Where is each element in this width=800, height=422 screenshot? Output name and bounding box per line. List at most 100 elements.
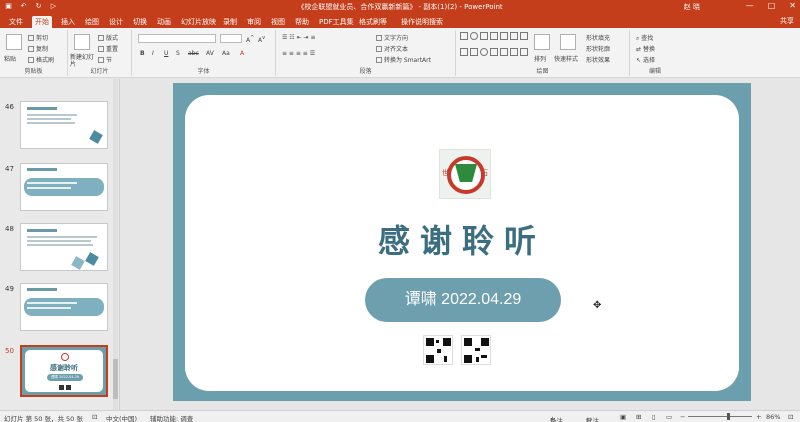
slideshow-view-icon[interactable]: ▭	[666, 413, 672, 421]
reset-button[interactable]: 重置	[98, 44, 118, 53]
tell-me-search[interactable]: 操作说明搜索	[398, 16, 446, 28]
arrange-button[interactable]: 排列	[534, 54, 546, 63]
tab-insert[interactable]: 插入	[58, 16, 78, 28]
zoom-in-button[interactable]: +	[756, 413, 761, 421]
fit-slide-icon[interactable]: ⊡	[788, 413, 793, 421]
language-indicator[interactable]: 中文(中国)	[106, 413, 137, 422]
tab-help[interactable]: 帮助	[292, 16, 312, 28]
school-logo[interactable]: 世 石	[439, 149, 491, 199]
shadow-button[interactable]: S	[176, 50, 180, 57]
change-case-button[interactable]: Aa	[222, 50, 230, 57]
reading-view-icon[interactable]: ▯	[652, 413, 656, 421]
tab-animations[interactable]: 动画	[154, 16, 174, 28]
quick-styles-button[interactable]: 快速样式	[554, 54, 578, 63]
close-button[interactable]: ✕	[789, 1, 796, 10]
char-spacing-button[interactable]: AV	[206, 50, 214, 57]
spellcheck-icon[interactable]: ⊡	[92, 413, 97, 421]
slide-sorter-icon[interactable]: ⊞	[636, 413, 641, 421]
slide-thumbnail-48[interactable]	[20, 223, 108, 271]
shape-fill-button[interactable]: 形状填充	[586, 33, 610, 42]
paste-button[interactable]: 粘贴	[4, 54, 16, 63]
decrease-font-icon[interactable]: Av	[258, 35, 265, 44]
text-direction-button[interactable]: 文字方向	[376, 33, 408, 42]
quick-styles-icon[interactable]	[560, 34, 576, 50]
italic-button[interactable]: I	[152, 50, 154, 57]
scrollbar-thumb[interactable]	[113, 359, 118, 399]
underline-button[interactable]: U	[164, 50, 168, 57]
slide-editor[interactable]: 世 石 感谢聆听 谭啸 2022.04.29 ✥	[121, 79, 800, 410]
qr-code-right[interactable]	[461, 335, 491, 365]
cursor-icon: ↖	[636, 57, 643, 64]
drawing-group-label: 绘图	[536, 68, 549, 75]
tab-draw[interactable]: 绘图	[82, 16, 102, 28]
shapes-gallery[interactable]	[460, 32, 528, 62]
copy-icon	[28, 46, 34, 52]
window-controls: — □ ✕	[746, 1, 796, 10]
format-painter-button[interactable]: 格式刷	[28, 55, 54, 64]
thumbnail-scrollbar[interactable]	[113, 79, 118, 410]
font-color-button[interactable]: A	[240, 50, 244, 57]
brush-icon	[28, 57, 34, 63]
zoom-slider-knob[interactable]	[727, 413, 730, 420]
arrange-icon[interactable]	[534, 34, 550, 50]
user-name[interactable]: 赵 晓	[684, 2, 700, 12]
reset-icon	[98, 46, 104, 52]
shape-outline-button[interactable]: 形状轮廓	[586, 44, 610, 53]
cut-button[interactable]: 剪切	[28, 33, 48, 42]
presenter-date-pill[interactable]: 谭啸 2022.04.29	[365, 278, 561, 322]
slide-thumbnail-pane[interactable]: 46 47 48 49 50 感谢聆听 谭啸 2022.04.29	[0, 79, 120, 410]
qr-code-left[interactable]	[423, 335, 453, 365]
slide-thumbnail-46[interactable]	[20, 101, 108, 149]
replace-button[interactable]: ⇄ 替换	[636, 44, 655, 53]
tab-home[interactable]: 开始	[32, 16, 52, 28]
restore-button[interactable]: □	[768, 1, 776, 10]
share-button[interactable]: 共享	[780, 16, 794, 26]
slide-thumbnail-49[interactable]	[20, 283, 108, 331]
thumb-logo	[61, 353, 69, 361]
shape-effects-button[interactable]: 形状效果	[586, 55, 610, 64]
layout-button[interactable]: 版式	[98, 33, 118, 42]
thumb-text-line	[27, 114, 77, 116]
thumb-text-line	[27, 122, 75, 124]
font-size-select[interactable]	[220, 34, 242, 43]
move-cursor-icon: ✥	[593, 300, 602, 311]
strikethrough-button[interactable]: abc	[188, 50, 199, 57]
align-text-button[interactable]: 对齐文本	[376, 44, 408, 53]
tab-file[interactable]: 文件	[6, 16, 26, 28]
accessibility-status[interactable]: 辅助功能: 调查	[150, 413, 193, 422]
zoom-out-button[interactable]: −	[680, 413, 685, 421]
find-button[interactable]: ⌕ 查找	[636, 33, 653, 43]
copy-button[interactable]: 复制	[28, 44, 48, 53]
smartart-button[interactable]: 转换为 SmartArt	[376, 55, 431, 64]
bold-button[interactable]: B	[140, 50, 145, 57]
tab-record[interactable]: 录制	[220, 16, 240, 28]
tab-slideshow[interactable]: 幻灯片放映	[178, 16, 219, 28]
new-slide-icon[interactable]	[74, 34, 90, 50]
select-button[interactable]: ↖ 选择	[636, 55, 655, 64]
section-button[interactable]: 节	[98, 55, 112, 64]
increase-font-icon[interactable]: A^	[246, 35, 254, 44]
paste-icon[interactable]	[6, 34, 22, 50]
slide-count: 幻灯片 第 50 张，共 50 张	[4, 415, 83, 422]
zoom-level[interactable]: 86%	[766, 413, 780, 421]
zoom-slider[interactable]	[688, 416, 752, 417]
current-slide[interactable]: 世 石 感谢聆听 谭啸 2022.04.29	[173, 83, 751, 401]
tab-pdf-tools[interactable]: PDF工具集	[316, 16, 357, 28]
slide-title[interactable]: 感谢聆听	[185, 216, 739, 262]
minimize-button[interactable]: —	[746, 1, 754, 10]
tab-transitions[interactable]: 切换	[130, 16, 150, 28]
logo-right-char: 石	[481, 169, 488, 177]
tab-format[interactable]: 格式刷等	[356, 16, 390, 28]
tab-view[interactable]: 视图	[268, 16, 288, 28]
slide-content-area[interactable]: 世 石 感谢聆听 谭啸 2022.04.29	[185, 95, 739, 391]
thumb-text-line	[27, 307, 71, 309]
tab-design[interactable]: 设计	[106, 16, 126, 28]
thumb-hexagon	[89, 130, 103, 144]
tab-review[interactable]: 审阅	[244, 16, 264, 28]
slide-thumbnail-50[interactable]: 感谢聆听 谭啸 2022.04.29	[20, 345, 108, 397]
bullets-icon[interactable]: ☰ ☷ ⇤ ⇥ ≡	[282, 34, 315, 41]
slide-thumbnail-47[interactable]	[20, 163, 108, 211]
font-name-select[interactable]	[138, 34, 216, 43]
align-icons[interactable]: ≡ ≡ ≡ ≡ ☰	[282, 50, 315, 57]
normal-view-icon[interactable]: ▣	[620, 413, 626, 421]
